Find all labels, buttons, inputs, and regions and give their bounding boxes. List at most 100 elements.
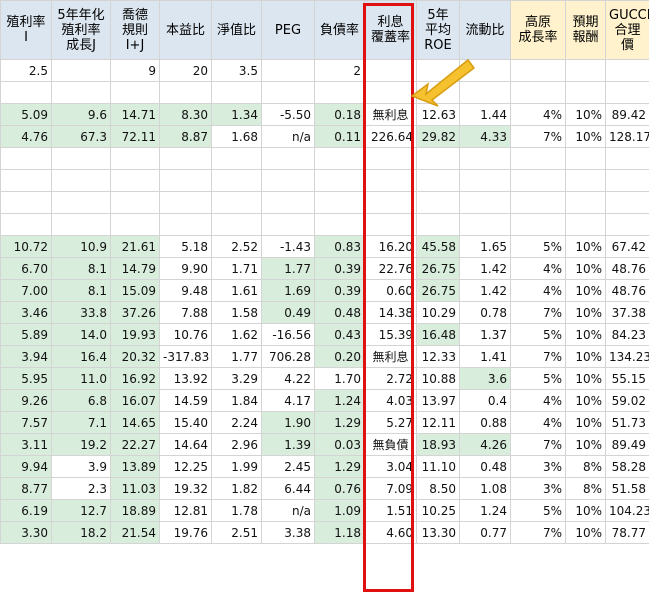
table-cell[interactable] — [510, 147, 566, 170]
table-cell[interactable]: 4% — [510, 389, 566, 412]
table-cell[interactable]: 14.59 — [159, 389, 212, 412]
table-cell[interactable]: -1.43 — [261, 235, 315, 258]
table-cell[interactable]: 14.65 — [110, 411, 160, 434]
table-cell[interactable]: 1.90 — [261, 411, 315, 434]
table-cell[interactable]: 0.18 — [314, 103, 365, 126]
table-cell[interactable]: 14.0 — [51, 323, 111, 346]
table-cell[interactable]: 2.52 — [211, 235, 262, 258]
table-cell[interactable] — [364, 169, 417, 192]
table-cell[interactable]: 8.50 — [416, 477, 460, 500]
table-cell[interactable]: 1.08 — [459, 477, 511, 500]
table-cell[interactable]: 45.58 — [416, 235, 460, 258]
table-cell[interactable] — [0, 169, 52, 192]
table-cell[interactable]: 2 — [314, 59, 365, 82]
column-header[interactable]: 5年 平均 ROE — [416, 0, 460, 60]
table-cell[interactable]: 6.70 — [0, 257, 52, 280]
table-cell[interactable]: 0.39 — [314, 279, 365, 302]
table-cell[interactable]: 2.45 — [261, 455, 315, 478]
table-cell[interactable] — [110, 147, 160, 170]
table-cell[interactable]: -317.83 — [159, 345, 212, 368]
table-cell[interactable]: 無利息 — [364, 345, 417, 368]
table-cell[interactable]: 3% — [510, 477, 566, 500]
table-cell[interactable]: 15.09 — [110, 279, 160, 302]
table-cell[interactable] — [565, 191, 606, 214]
table-cell[interactable] — [510, 81, 566, 104]
table-cell[interactable]: 48.76 — [605, 279, 649, 302]
table-cell[interactable]: 12.11 — [416, 411, 460, 434]
table-cell[interactable]: 7.09 — [364, 477, 417, 500]
table-cell[interactable]: 3.04 — [364, 455, 417, 478]
table-cell[interactable]: 5.27 — [364, 411, 417, 434]
table-cell[interactable] — [314, 213, 365, 236]
table-cell[interactable]: 1.62 — [211, 323, 262, 346]
table-cell[interactable]: 1.77 — [211, 345, 262, 368]
table-cell[interactable] — [211, 169, 262, 192]
table-cell[interactable]: 48.76 — [605, 257, 649, 280]
table-cell[interactable]: 10.25 — [416, 499, 460, 522]
table-cell[interactable]: 89.49 — [605, 433, 649, 456]
table-cell[interactable]: 0.48 — [314, 301, 365, 324]
table-cell[interactable]: 7.00 — [0, 279, 52, 302]
table-cell[interactable] — [416, 191, 460, 214]
table-cell[interactable]: 0.43 — [314, 323, 365, 346]
table-cell[interactable]: 7% — [510, 521, 566, 544]
table-cell[interactable]: 2.51 — [211, 521, 262, 544]
table-cell[interactable]: 14.64 — [159, 433, 212, 456]
table-cell[interactable]: -5.50 — [261, 103, 315, 126]
table-cell[interactable] — [159, 169, 212, 192]
table-cell[interactable]: 22.76 — [364, 257, 417, 280]
table-cell[interactable]: 1.37 — [459, 323, 511, 346]
table-cell[interactable]: 4.76 — [0, 125, 52, 148]
table-cell[interactable]: 18.2 — [51, 521, 111, 544]
table-cell[interactable]: 78.77 — [605, 521, 649, 544]
table-cell[interactable]: 5% — [510, 367, 566, 390]
table-cell[interactable]: 1.82 — [211, 477, 262, 500]
table-cell[interactable]: 2.96 — [211, 433, 262, 456]
table-cell[interactable]: 104.23 — [605, 499, 649, 522]
table-cell[interactable] — [261, 191, 315, 214]
table-cell[interactable]: 1.65 — [459, 235, 511, 258]
table-cell[interactable]: 0.77 — [459, 521, 511, 544]
table-cell[interactable] — [459, 213, 511, 236]
table-cell[interactable]: 1.78 — [211, 499, 262, 522]
table-cell[interactable]: 4.60 — [364, 521, 417, 544]
table-cell[interactable]: 8% — [565, 455, 606, 478]
table-cell[interactable]: n/a — [261, 499, 315, 522]
table-cell[interactable] — [0, 81, 52, 104]
table-cell[interactable]: 10% — [565, 125, 606, 148]
table-cell[interactable]: 58.28 — [605, 455, 649, 478]
table-cell[interactable]: 33.8 — [51, 301, 111, 324]
table-cell[interactable]: 4% — [510, 257, 566, 280]
table-cell[interactable]: 2.24 — [211, 411, 262, 434]
table-cell[interactable] — [261, 147, 315, 170]
table-cell[interactable]: 8.30 — [159, 103, 212, 126]
table-cell[interactable]: 10% — [565, 345, 606, 368]
column-header[interactable]: 殖利率 I — [0, 0, 52, 60]
table-cell[interactable]: 4.22 — [261, 367, 315, 390]
table-cell[interactable] — [261, 59, 315, 82]
table-cell[interactable] — [364, 81, 417, 104]
table-cell[interactable] — [159, 191, 212, 214]
table-cell[interactable]: 14.38 — [364, 301, 417, 324]
table-cell[interactable] — [510, 213, 566, 236]
table-cell[interactable]: 10.29 — [416, 301, 460, 324]
column-header[interactable]: 本益比 — [159, 0, 212, 60]
table-cell[interactable] — [605, 213, 649, 236]
table-cell[interactable]: 4.17 — [261, 389, 315, 412]
table-cell[interactable]: 18.93 — [416, 433, 460, 456]
table-cell[interactable]: 12.33 — [416, 345, 460, 368]
table-cell[interactable]: 19.93 — [110, 323, 160, 346]
table-cell[interactable] — [261, 81, 315, 104]
table-cell[interactable]: 0.78 — [459, 301, 511, 324]
table-cell[interactable]: 2.72 — [364, 367, 417, 390]
table-cell[interactable]: 4.33 — [459, 125, 511, 148]
table-cell[interactable]: 5% — [510, 323, 566, 346]
table-cell[interactable] — [565, 169, 606, 192]
table-cell[interactable]: 16.20 — [364, 235, 417, 258]
table-cell[interactable]: 6.8 — [51, 389, 111, 412]
table-cell[interactable]: 0.4 — [459, 389, 511, 412]
table-cell[interactable] — [0, 147, 52, 170]
table-cell[interactable] — [510, 191, 566, 214]
column-header[interactable]: 高原 成長率 — [510, 0, 566, 60]
table-cell[interactable]: 10% — [565, 279, 606, 302]
